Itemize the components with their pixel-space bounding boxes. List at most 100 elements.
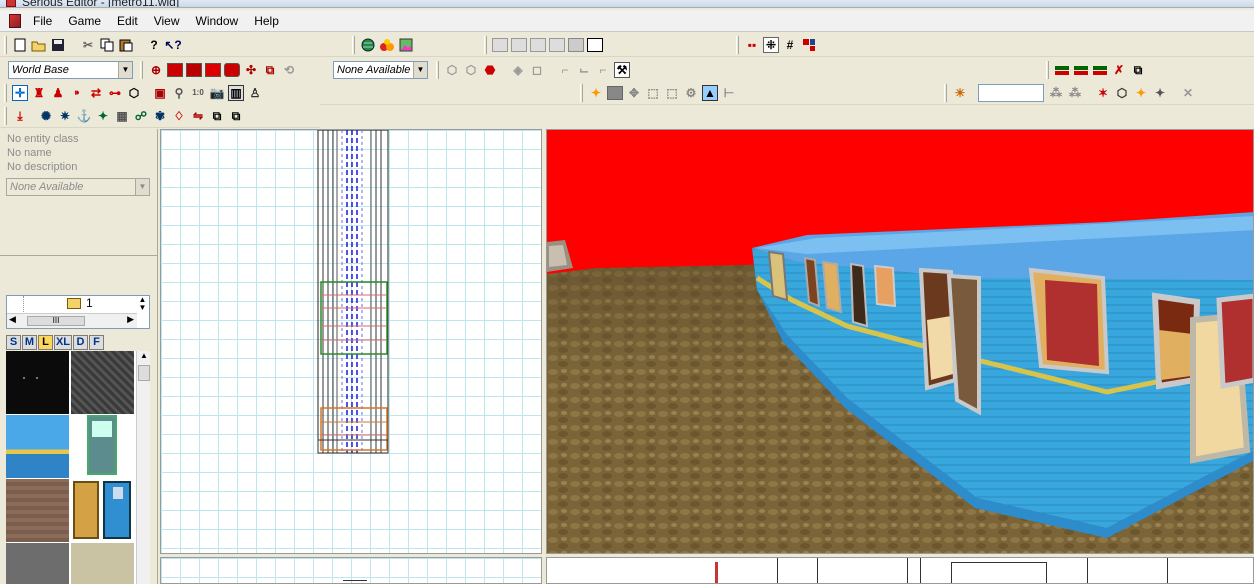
toolbar-grip[interactable] xyxy=(436,61,439,79)
texture-thumbnail[interactable] xyxy=(71,351,134,414)
measure-icon[interactable]: ⚲ xyxy=(171,85,187,101)
cut-icon[interactable]: ✂ xyxy=(80,37,96,53)
move-axis-icon[interactable]: ✛ xyxy=(12,85,28,101)
align-icon[interactable]: ⁂ xyxy=(1048,85,1064,101)
size-tab-l[interactable]: L xyxy=(38,335,53,350)
entity-icon[interactable]: ✺ xyxy=(38,108,54,124)
target-icon[interactable]: ⊶ xyxy=(107,85,123,101)
link-icon[interactable]: ⇄ xyxy=(88,85,104,101)
scroll-thumb[interactable] xyxy=(138,365,150,381)
tools-icon[interactable]: ⚒ xyxy=(614,62,630,78)
image-icon[interactable] xyxy=(398,37,414,53)
toolbar-grip[interactable] xyxy=(352,36,355,54)
globe-icon[interactable] xyxy=(360,37,376,53)
record-icon[interactable]: ▪▪ xyxy=(744,37,760,53)
toolbar-grip[interactable] xyxy=(4,107,7,125)
box-select-icon[interactable]: ⬚ xyxy=(664,85,680,101)
texture-thumbnail[interactable] xyxy=(71,543,134,584)
stairs-icon[interactable]: ⌐ xyxy=(595,62,611,78)
csg-remove-icon[interactable] xyxy=(186,63,202,77)
menu-edit[interactable]: Edit xyxy=(109,10,146,32)
toolbar-grip[interactable] xyxy=(140,61,143,79)
toolbar-grip[interactable] xyxy=(944,84,947,102)
primitive-icon[interactable]: ⬡ xyxy=(444,62,460,78)
picture-icon[interactable]: ▲ xyxy=(702,85,718,101)
ruler-icon[interactable]: 1:0 xyxy=(190,85,206,101)
select-polygon-icon[interactable] xyxy=(511,38,527,52)
layer-icon[interactable] xyxy=(1054,62,1070,78)
toolbar-grip[interactable] xyxy=(1046,61,1049,79)
size-tab-s[interactable]: S xyxy=(6,335,21,350)
stairs-icon[interactable]: ⌐ xyxy=(557,62,573,78)
scroll-left-icon[interactable]: ◀ xyxy=(9,314,16,325)
help-icon[interactable]: ? xyxy=(146,37,162,53)
camera-icon[interactable]: 📷 xyxy=(209,85,225,101)
spark-icon[interactable]: ✦ xyxy=(1152,85,1168,101)
size-tab-xl[interactable]: XL xyxy=(54,335,72,350)
texture-thumbnail[interactable] xyxy=(6,415,69,478)
flat-icon[interactable] xyxy=(607,86,623,100)
menu-window[interactable]: Window xyxy=(188,10,247,32)
drop-icon[interactable]: ⤓ xyxy=(12,108,28,124)
cube-icon[interactable]: ⬡ xyxy=(1114,85,1130,101)
chevron-down-icon[interactable]: ▼ xyxy=(135,179,149,195)
open-icon[interactable] xyxy=(31,37,47,53)
toolbar-grip[interactable] xyxy=(4,36,7,54)
align-icon[interactable]: ⁂ xyxy=(1067,85,1083,101)
spark-icon[interactable]: ✦ xyxy=(588,85,604,101)
menu-file[interactable]: File xyxy=(25,10,60,32)
menu-view[interactable]: View xyxy=(146,10,188,32)
new-icon[interactable] xyxy=(12,37,28,53)
light-icon[interactable]: ♜ xyxy=(31,85,47,101)
texture-thumbnail[interactable] xyxy=(6,351,69,414)
browse-icon[interactable] xyxy=(587,38,603,52)
mip-icon[interactable]: ☀ xyxy=(952,85,968,101)
world-base-combo[interactable]: World Base ▼ xyxy=(8,61,133,79)
menu-help[interactable]: Help xyxy=(246,10,287,32)
size-tab-d[interactable]: D xyxy=(73,335,88,350)
tree-spinner[interactable]: ▲ ▼ xyxy=(136,296,149,312)
entity-icon[interactable]: ✦ xyxy=(95,108,111,124)
delete-layer-icon[interactable]: ✗ xyxy=(1111,62,1127,78)
cog-icon[interactable]: ⚙ xyxy=(683,85,699,101)
top-view-2d[interactable] xyxy=(160,129,542,554)
texture-thumbnail[interactable] xyxy=(6,543,69,584)
copy-icon[interactable]: ⧉ xyxy=(228,108,244,124)
swap-icon[interactable]: ⇋ xyxy=(190,108,206,124)
chevron-down-icon[interactable]: ▼ xyxy=(413,62,427,78)
conus-icon[interactable]: ⬣ xyxy=(482,62,498,78)
toolbar-grip[interactable] xyxy=(580,84,583,102)
toolbar-grip[interactable] xyxy=(4,84,7,102)
terrain-icon[interactable]: ◈ xyxy=(510,62,526,78)
graph-icon[interactable]: ☍ xyxy=(133,108,149,124)
chevron-down-icon[interactable]: ▼ xyxy=(118,62,132,78)
scroll-thumb[interactable]: III xyxy=(27,316,85,326)
select-vertex-icon[interactable] xyxy=(549,38,565,52)
spark-icon[interactable]: ✦ xyxy=(1133,85,1149,101)
layer-icon[interactable] xyxy=(1092,62,1108,78)
entity-icon[interactable]: ✾ xyxy=(152,108,168,124)
scroll-right-icon[interactable]: ▶ xyxy=(127,314,134,325)
csg-clone-icon[interactable]: ⧉ xyxy=(262,62,278,78)
model-icon[interactable]: ▣ xyxy=(152,85,168,101)
csg-target-combo[interactable]: None Available ▼ xyxy=(333,61,428,79)
mip-factor-input[interactable] xyxy=(978,84,1044,102)
render-icon[interactable] xyxy=(379,37,395,53)
copy-icon[interactable] xyxy=(99,37,115,53)
size-tab-f[interactable]: F xyxy=(89,335,104,350)
snap-grid-icon[interactable]: ⁜ xyxy=(763,37,779,53)
copy-layer-icon[interactable]: ⧉ xyxy=(1130,62,1146,78)
csg-split-icon[interactable] xyxy=(205,63,221,77)
disabled-icon[interactable]: ✕ xyxy=(1180,85,1196,101)
person-icon[interactable]: ♙ xyxy=(247,85,263,101)
copy-icon[interactable]: ⧉ xyxy=(209,108,225,124)
csg-room-icon[interactable] xyxy=(224,63,240,77)
bottom-view-2d[interactable] xyxy=(160,557,542,584)
select-sector-icon[interactable] xyxy=(492,38,508,52)
menu-game[interactable]: Game xyxy=(60,10,109,32)
box-icon[interactable]: ◻ xyxy=(529,62,545,78)
thumbnails-scrollbar[interactable]: ▲ xyxy=(136,351,150,584)
cube-icon[interactable]: ⬡ xyxy=(126,85,142,101)
tile-icon[interactable] xyxy=(801,37,817,53)
csg-join-icon[interactable] xyxy=(167,63,183,77)
